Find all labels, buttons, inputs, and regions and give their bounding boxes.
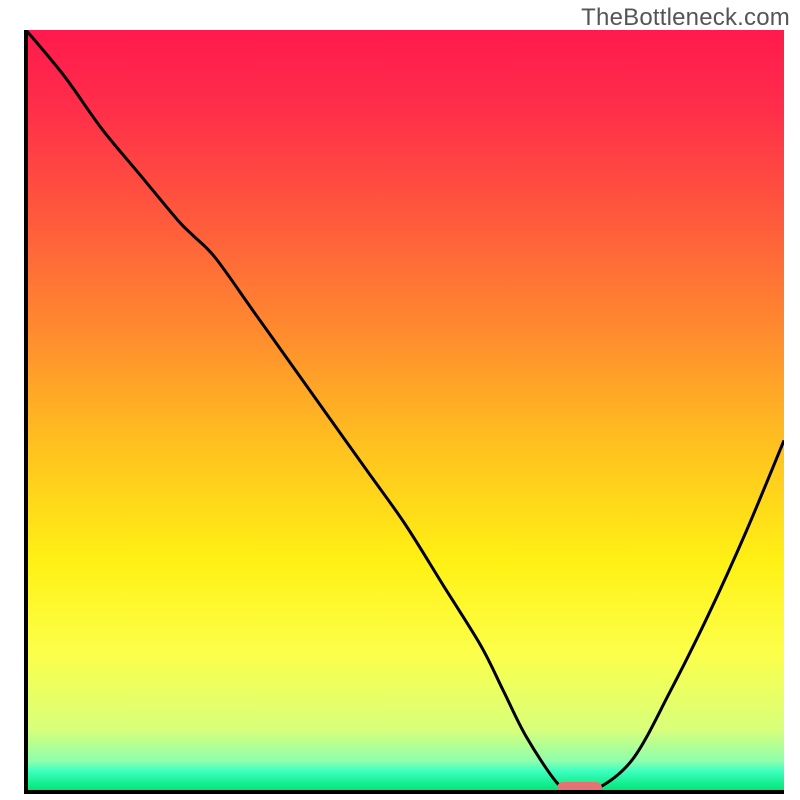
plot-area	[26, 30, 784, 790]
y-axis	[24, 30, 28, 794]
chart-container: TheBottleneck.com	[0, 0, 800, 800]
bottleneck-curve	[26, 30, 784, 790]
x-axis	[24, 790, 784, 794]
curve-layer	[26, 30, 784, 790]
watermark-text: TheBottleneck.com	[581, 4, 790, 32]
